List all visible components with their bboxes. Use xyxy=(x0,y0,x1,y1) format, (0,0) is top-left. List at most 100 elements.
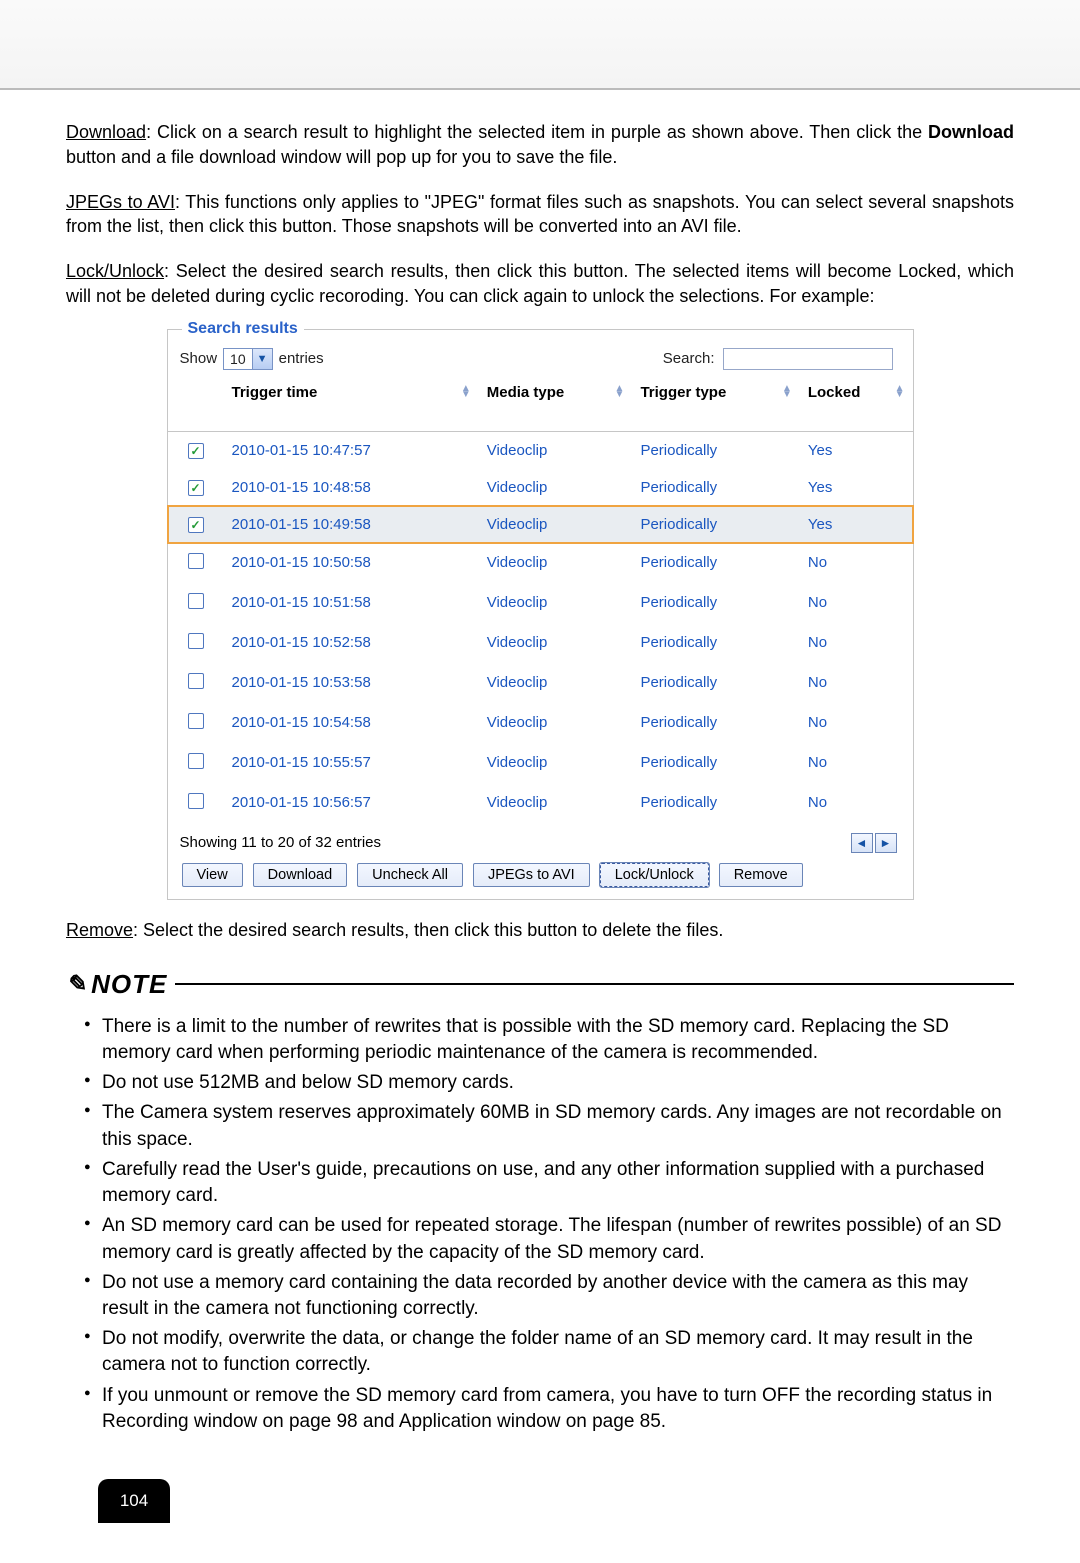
cell-locked: No xyxy=(800,583,913,623)
cell-locked: Yes xyxy=(800,506,913,543)
entries-select[interactable]: 10 ▼ xyxy=(223,348,273,370)
remove-heading: Remove xyxy=(66,920,133,940)
prev-page-button[interactable]: ◄ xyxy=(851,833,873,853)
cell-trigger-time: 2010-01-15 10:53:58 xyxy=(224,663,479,703)
row-checkbox[interactable] xyxy=(188,793,204,809)
col-locked[interactable]: Locked▲▼ xyxy=(800,374,913,411)
note-item: There is a limit to the number of rewrit… xyxy=(84,1014,1014,1066)
cell-trigger-type: Periodically xyxy=(632,783,799,823)
cell-trigger-time: 2010-01-15 10:52:58 xyxy=(224,623,479,663)
table-row[interactable]: 2010-01-15 10:54:58VideoclipPeriodically… xyxy=(168,703,913,743)
jpegs-heading: JPEGs to AVI xyxy=(66,192,175,212)
col-media-type[interactable]: Media type▲▼ xyxy=(479,374,633,411)
cell-media-type: Videoclip xyxy=(479,543,633,583)
table-row[interactable]: 2010-01-15 10:53:58VideoclipPeriodically… xyxy=(168,663,913,703)
lock-body: : Select the desired search results, the… xyxy=(66,261,1014,306)
cell-trigger-type: Periodically xyxy=(632,623,799,663)
remove-button[interactable]: Remove xyxy=(719,863,803,887)
table-row[interactable]: 2010-01-15 10:50:58VideoclipPeriodically… xyxy=(168,543,913,583)
table-row[interactable]: 2010-01-15 10:52:58VideoclipPeriodically… xyxy=(168,623,913,663)
triangle-right-icon: ► xyxy=(880,836,892,850)
cell-trigger-time: 2010-01-15 10:50:58 xyxy=(224,543,479,583)
cell-trigger-time: 2010-01-15 10:51:58 xyxy=(224,583,479,623)
pen-icon: ✎ xyxy=(64,968,89,1000)
cell-media-type: Videoclip xyxy=(479,783,633,823)
note-item: Do not use a memory card containing the … xyxy=(84,1270,1014,1322)
row-checkbox[interactable]: ✓ xyxy=(188,480,204,496)
cell-trigger-type: Periodically xyxy=(632,543,799,583)
sort-icon: ▲▼ xyxy=(461,385,471,399)
cell-locked: No xyxy=(800,703,913,743)
cell-locked: No xyxy=(800,783,913,823)
cell-media-type: Videoclip xyxy=(479,743,633,783)
view-button[interactable]: View xyxy=(182,863,243,887)
uncheck-all-button[interactable]: Uncheck All xyxy=(357,863,463,887)
header-band xyxy=(0,0,1080,90)
row-checkbox[interactable] xyxy=(188,753,204,769)
note-item: Do not use 512MB and below SD memory car… xyxy=(84,1070,1014,1096)
cell-trigger-type: Periodically xyxy=(632,431,799,469)
table-row[interactable]: ✓2010-01-15 10:48:58VideoclipPeriodicall… xyxy=(168,469,913,506)
row-checkbox[interactable] xyxy=(188,713,204,729)
entries-label: entries xyxy=(279,350,324,367)
lock-unlock-button[interactable]: Lock/Unlock xyxy=(600,863,709,887)
chevron-down-icon: ▼ xyxy=(252,349,272,369)
table-row[interactable]: ✓ 2010-01-15 10:49:58VideoclipPeriodicall… xyxy=(168,506,913,543)
col-trigger-type[interactable]: Trigger type▲▼ xyxy=(632,374,799,411)
cell-trigger-type: Periodically xyxy=(632,583,799,623)
cell-trigger-type: Periodically xyxy=(632,506,799,543)
triangle-left-icon: ◄ xyxy=(856,836,868,850)
download-button[interactable]: Download xyxy=(253,863,348,887)
table-row[interactable]: 2010-01-15 10:55:57VideoclipPeriodically… xyxy=(168,743,913,783)
next-page-button[interactable]: ► xyxy=(875,833,897,853)
lock-paragraph: Lock/Unlock: Select the desired search r… xyxy=(66,259,1014,309)
row-checkbox[interactable] xyxy=(188,673,204,689)
download-body-1: : Click on a search result to highlight … xyxy=(146,122,928,142)
page-content: Download: Click on a search result to hi… xyxy=(0,90,1080,1563)
jpegs-to-avi-button[interactable]: JPEGs to AVI xyxy=(473,863,590,887)
table-row[interactable]: 2010-01-15 10:51:58VideoclipPeriodically… xyxy=(168,583,913,623)
cell-media-type: Videoclip xyxy=(479,506,633,543)
note-item: The Camera system reserves approximately… xyxy=(84,1100,1014,1152)
cell-media-type: Videoclip xyxy=(479,583,633,623)
download-paragraph: Download: Click on a search result to hi… xyxy=(66,120,1014,170)
cell-locked: Yes xyxy=(800,431,913,469)
cell-media-type: Videoclip xyxy=(479,703,633,743)
cell-locked: No xyxy=(800,663,913,703)
search-results-panel: Search results Show 10 ▼ entries Search: xyxy=(167,329,914,900)
cell-media-type: Videoclip xyxy=(479,623,633,663)
cell-trigger-time: 2010-01-15 10:55:57 xyxy=(224,743,479,783)
jpegs-paragraph: JPEGs to AVI: This functions only applie… xyxy=(66,190,1014,240)
cell-locked: No xyxy=(800,543,913,583)
remove-body: : Select the desired search results, the… xyxy=(133,920,723,940)
table-row[interactable]: ✓2010-01-15 10:47:57VideoclipPeriodicall… xyxy=(168,431,913,469)
sort-icon: ▲▼ xyxy=(895,385,905,399)
note-item: Carefully read the User's guide, precaut… xyxy=(84,1157,1014,1209)
row-checkbox[interactable]: ✓ xyxy=(188,443,204,459)
sort-icon: ▲▼ xyxy=(615,385,625,399)
note-rule xyxy=(175,983,1014,985)
pagination-info: Showing 11 to 20 of 32 entries xyxy=(180,834,382,851)
search-label: Search: xyxy=(663,350,715,367)
cell-trigger-time: 2010-01-15 10:54:58 xyxy=(224,703,479,743)
cell-trigger-type: Periodically xyxy=(632,663,799,703)
entries-select-value: 10 xyxy=(224,351,252,367)
cell-trigger-time: 2010-01-15 10:49:58 xyxy=(224,506,479,543)
search-input[interactable] xyxy=(723,348,893,370)
col-trigger-time[interactable]: Trigger time▲▼ xyxy=(224,374,479,411)
row-checkbox[interactable] xyxy=(188,633,204,649)
cell-trigger-type: Periodically xyxy=(632,703,799,743)
note-header: ✎ NOTE xyxy=(66,969,1014,1000)
panel-legend: Search results xyxy=(182,320,304,338)
page-number: 104 xyxy=(98,1479,170,1523)
cell-trigger-type: Periodically xyxy=(632,743,799,783)
lock-heading: Lock/Unlock xyxy=(66,261,164,281)
row-checkbox[interactable]: ✓ xyxy=(188,517,204,533)
row-checkbox[interactable] xyxy=(188,593,204,609)
download-bold: Download xyxy=(928,122,1014,142)
download-body-2: button and a file download window will p… xyxy=(66,147,617,167)
row-checkbox[interactable] xyxy=(188,553,204,569)
table-row[interactable]: 2010-01-15 10:56:57VideoclipPeriodically… xyxy=(168,783,913,823)
note-item: An SD memory card can be used for repeat… xyxy=(84,1213,1014,1265)
show-label: Show xyxy=(180,350,218,367)
